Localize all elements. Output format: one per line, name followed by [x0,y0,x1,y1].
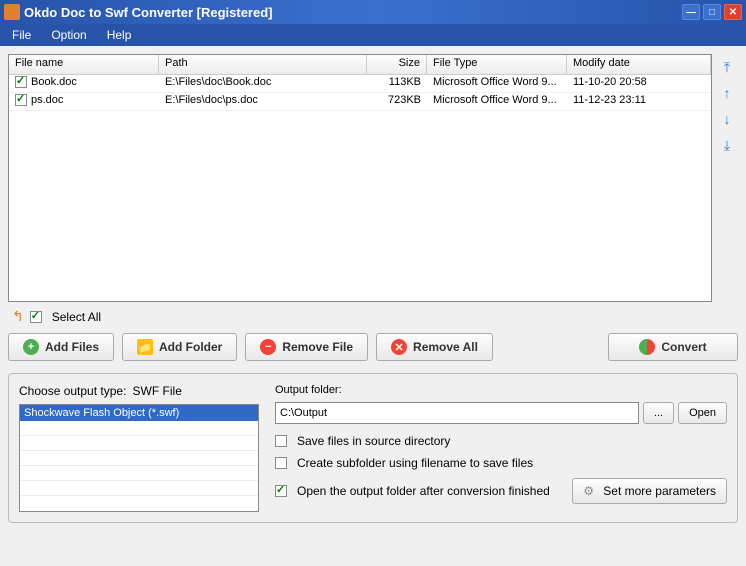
set-parameters-label: Set more parameters [603,484,716,498]
move-down-button[interactable]: ↓ [718,110,736,128]
close-button[interactable]: ✕ [724,4,742,20]
output-folder-input[interactable] [275,402,639,424]
maximize-button[interactable]: □ [703,4,721,20]
add-files-label: Add Files [45,340,99,354]
menu-help[interactable]: Help [103,26,136,44]
save-source-checkbox[interactable] [275,435,287,447]
col-header-path[interactable]: Path [159,55,367,74]
select-all-label: Select All [52,310,101,324]
row-checkbox[interactable] [15,76,27,88]
menu-file[interactable]: File [8,26,35,44]
move-top-button[interactable]: ⤒ [718,58,736,76]
open-folder-button[interactable]: Open [678,402,727,424]
col-header-date[interactable]: Modify date [567,55,711,74]
minus-icon: − [260,339,276,355]
select-all-checkbox[interactable] [30,311,42,323]
remove-all-label: Remove All [413,340,478,354]
content-area: File name Path Size File Type Modify dat… [0,46,746,566]
move-up-button[interactable]: ↑ [718,84,736,102]
add-folder-label: Add Folder [159,340,222,354]
add-files-button[interactable]: + Add Files [8,333,114,361]
remove-file-button[interactable]: − Remove File [245,333,368,361]
x-icon: ✕ [391,339,407,355]
menu-option[interactable]: Option [47,26,90,44]
minimize-button[interactable]: — [682,4,700,20]
add-folder-button[interactable]: 📁 Add Folder [122,333,237,361]
titlebar: Okdo Doc to Swf Converter [Registered] —… [0,0,746,24]
table-row[interactable]: ps.docE:\Files\doc\ps.doc723KBMicrosoft … [9,93,711,111]
output-folder-label: Output folder: [275,384,727,396]
row-checkbox[interactable] [15,94,27,106]
remove-file-label: Remove File [282,340,353,354]
up-folder-icon[interactable]: ↰ [12,308,24,325]
open-after-checkbox[interactable] [275,485,287,497]
file-list[interactable]: File name Path Size File Type Modify dat… [8,54,712,302]
col-header-size[interactable]: Size [367,55,427,74]
app-icon [4,4,20,20]
plus-icon: + [23,339,39,355]
col-header-name[interactable]: File name [9,55,159,74]
output-type-list[interactable]: Shockwave Flash Object (*.swf) [19,404,259,512]
folder-icon: 📁 [137,339,153,355]
browse-button[interactable]: ... [643,402,674,424]
reorder-arrows: ⤒ ↑ ↓ ⤓ [716,54,738,302]
open-after-label: Open the output folder after conversion … [297,484,550,498]
convert-label: Convert [661,340,706,354]
save-source-label: Save files in source directory [297,434,450,448]
set-parameters-button[interactable]: ⚙ Set more parameters [572,478,727,504]
file-list-header: File name Path Size File Type Modify dat… [9,55,711,75]
col-header-type[interactable]: File Type [427,55,567,74]
subfolder-label: Create subfolder using filename to save … [297,456,533,470]
convert-icon [639,339,655,355]
menubar: File Option Help [0,24,746,46]
table-row[interactable]: Book.docE:\Files\doc\Book.doc113KBMicros… [9,75,711,93]
remove-all-button[interactable]: ✕ Remove All [376,333,493,361]
output-type-label: Choose output type: SWF File [19,384,259,398]
bottom-panel: Choose output type: SWF File Shockwave F… [8,373,738,523]
output-type-item[interactable]: Shockwave Flash Object (*.swf) [20,405,258,421]
window-title: Okdo Doc to Swf Converter [Registered] [24,5,682,20]
subfolder-checkbox[interactable] [275,457,287,469]
convert-button[interactable]: Convert [608,333,738,361]
gear-icon: ⚙ [583,484,597,498]
move-bottom-button[interactable]: ⤓ [718,136,736,154]
